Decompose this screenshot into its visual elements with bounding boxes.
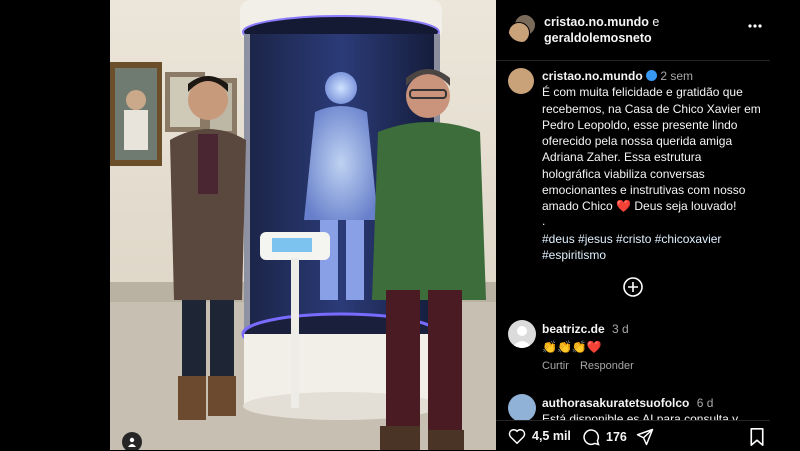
verified-badge-icon xyxy=(646,70,658,81)
bookmark-icon xyxy=(750,428,764,446)
header-username-2[interactable]: geraldolemosneto xyxy=(544,31,652,45)
comment-button[interactable]: 176 xyxy=(582,428,627,446)
comment-time: 6 d xyxy=(696,396,714,410)
comment-username[interactable]: authorasakuratetsuofolco xyxy=(542,396,689,410)
heart-icon xyxy=(508,429,526,444)
comment-icon xyxy=(583,429,600,446)
caption-username[interactable]: cristao.no.mundo xyxy=(542,69,643,83)
caption-body: É com muita felicidade e gratidão que re… xyxy=(542,85,761,214)
header-conjunction: e xyxy=(652,15,660,29)
load-more-comments-button[interactable] xyxy=(623,277,643,297)
scrollbar[interactable] xyxy=(770,0,800,450)
caption-hashtags[interactable]: #deus #jesus #cristo #chicoxavier #espir… xyxy=(542,231,762,264)
photo-illustration xyxy=(110,0,496,450)
plus-circle-icon xyxy=(623,277,643,297)
caption-text: É com muita felicidade e gratidão que re… xyxy=(542,84,762,214)
send-icon xyxy=(636,428,654,446)
comment-avatar[interactable] xyxy=(508,320,536,348)
header-avatar-stack[interactable] xyxy=(508,14,536,42)
heart-emoji-icon: ❤️ xyxy=(616,199,632,214)
comment-time: 3 d xyxy=(612,322,629,336)
comment-text: 👏👏👏❤️ xyxy=(542,340,602,354)
save-button[interactable] xyxy=(750,428,764,446)
caption-avatar[interactable] xyxy=(508,68,534,94)
like-button[interactable]: 4,5 mil xyxy=(508,428,571,444)
like-count: 4,5 mil xyxy=(532,429,571,443)
comment-avatar[interactable] xyxy=(508,394,536,422)
action-bar: 4,5 mil 176 xyxy=(496,420,770,451)
caption: cristao.no.mundo 2 sem É com muita felic… xyxy=(542,68,762,263)
more-horizontal-icon[interactable] xyxy=(748,24,762,28)
caption-time: 2 sem xyxy=(660,69,694,83)
comment-reply-button[interactable]: Responder xyxy=(580,360,634,372)
post-side-panel: cristao.no.mundo e geraldolemosneto cris… xyxy=(496,0,770,451)
comment-item: beatrizc.de 3 d 👏👏👏❤️ Curtir Responder xyxy=(542,322,634,372)
caption-body-end: Deus seja louvado! xyxy=(631,199,737,214)
post-header: cristao.no.mundo e geraldolemosneto xyxy=(496,0,770,61)
header-username-1[interactable]: cristao.no.mundo xyxy=(544,15,649,29)
caption-dot: . xyxy=(542,213,546,228)
comment-like-button[interactable]: Curtir xyxy=(542,360,569,372)
share-button[interactable] xyxy=(636,428,654,446)
comment-username[interactable]: beatrizc.de xyxy=(542,322,605,336)
photo-user-tag-icon[interactable] xyxy=(122,432,142,450)
post-photo[interactable] xyxy=(110,0,496,450)
comment-count: 176 xyxy=(606,430,627,444)
